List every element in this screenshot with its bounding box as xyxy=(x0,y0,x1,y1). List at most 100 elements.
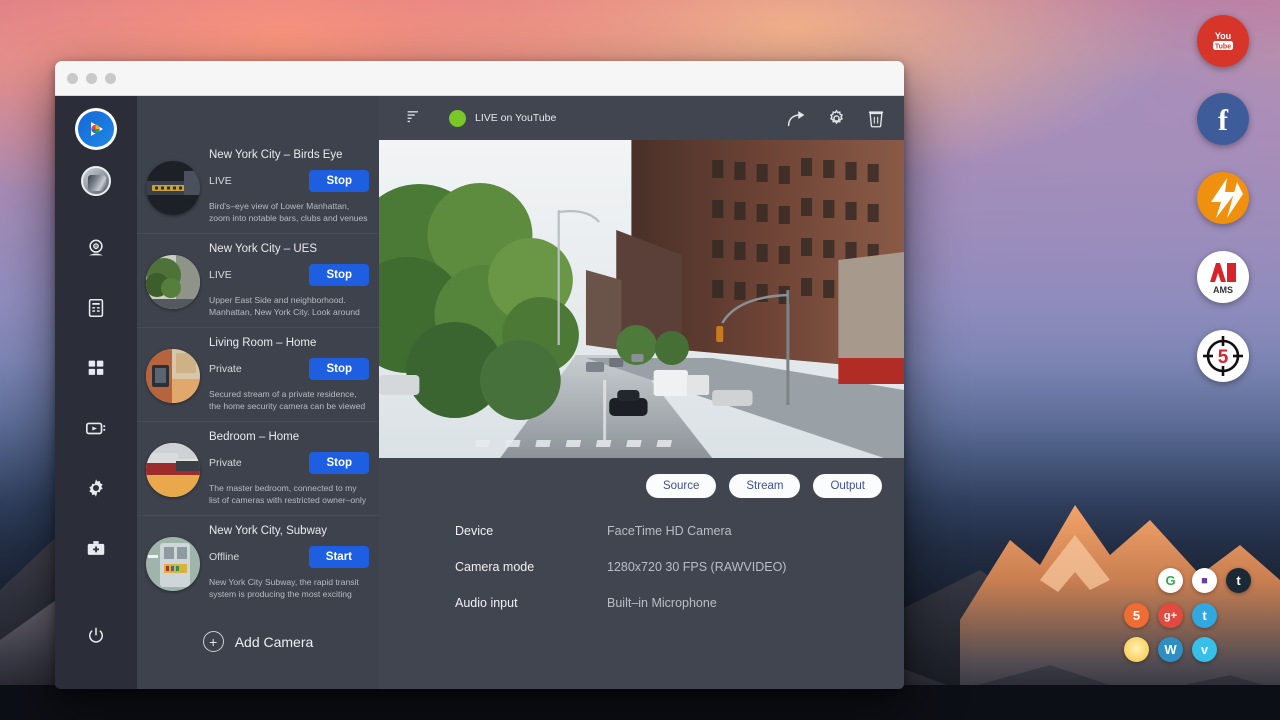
preview-frame xyxy=(379,140,904,458)
tab-stream[interactable]: Stream xyxy=(729,474,800,498)
sidebar-item-settings[interactable] xyxy=(73,465,119,511)
thumbnail-ues xyxy=(146,255,200,309)
status-badge: LIVE xyxy=(209,175,232,187)
target5-platform-icon[interactable]: 5 xyxy=(1197,330,1249,382)
vimeo-icon[interactable]: v xyxy=(1192,637,1217,662)
sidebar-item-support[interactable] xyxy=(73,525,119,571)
info-row-camera-mode: Camera mode 1280x720 30 FPS (RAWVIDEO) xyxy=(455,560,904,574)
camera-toggle-button[interactable]: Stop xyxy=(309,452,369,474)
sidebar xyxy=(55,96,137,689)
play-icon xyxy=(86,119,106,139)
grabyo-icon[interactable]: G xyxy=(1158,568,1183,593)
camera-description: New York City Subway, the rapid transit … xyxy=(209,576,369,600)
svg-text:5: 5 xyxy=(1218,347,1229,368)
live-indicator-dot xyxy=(449,110,466,127)
camera-thumbnail xyxy=(146,349,200,403)
app-window: New York City – Birds Eye LIVE Stop Bird… xyxy=(55,61,904,689)
flare-icon[interactable] xyxy=(1124,637,1149,662)
document-icon xyxy=(85,297,107,319)
info-label: Audio input xyxy=(455,596,607,610)
info-row-audio-input: Audio input Built–in Microphone xyxy=(455,596,904,610)
thumbnail-bedroom xyxy=(146,443,200,497)
table-row[interactable]: New York City – UES LIVE Stop Upper East… xyxy=(137,234,379,328)
camera-thumbnail xyxy=(146,161,200,215)
window-titlebar xyxy=(55,61,904,96)
status-badge: Offline xyxy=(209,551,239,563)
live-status: LIVE on YouTube xyxy=(449,110,556,127)
camera-thumbnail xyxy=(146,443,200,497)
app-logo[interactable] xyxy=(75,108,117,150)
info-value[interactable]: 1280x720 30 FPS (RAWVIDEO) xyxy=(607,560,786,574)
camera-list-panel: New York City – Birds Eye LIVE Stop Bird… xyxy=(137,96,379,689)
table-row[interactable]: New York City, Subway Offline Start New … xyxy=(137,516,379,609)
camera-title: New York City – Birds Eye xyxy=(209,149,369,161)
sidebar-item-dashboard[interactable] xyxy=(73,345,119,391)
avatar[interactable] xyxy=(81,166,111,196)
minimize-button[interactable] xyxy=(86,73,97,84)
facebook-glyph: f xyxy=(1210,103,1236,135)
camera-title: Bedroom – Home xyxy=(209,431,369,443)
sort-icon-glyph xyxy=(406,108,422,124)
power-icon xyxy=(86,626,106,646)
live-status-label: LIVE on YouTube xyxy=(475,112,556,124)
camera-toggle-button[interactable]: Stop xyxy=(309,358,369,380)
share-button[interactable] xyxy=(786,108,807,129)
share-icon xyxy=(786,108,807,129)
five-icon[interactable]: 5 xyxy=(1124,603,1149,628)
googleplus-icon[interactable]: g+ xyxy=(1158,603,1183,628)
toolbar: LIVE on YouTube xyxy=(379,96,904,140)
facebook-platform-icon[interactable]: f xyxy=(1197,93,1249,145)
wordpress-icon[interactable]: W xyxy=(1158,637,1183,662)
twitch-icon[interactable]: ■ xyxy=(1192,568,1217,593)
info-row-device: Device FaceTime HD Camera xyxy=(455,524,904,538)
camera-description: Secured stream of a private residence, t… xyxy=(209,388,369,412)
svg-text:Tube: Tube xyxy=(1215,43,1231,50)
target-glyph: 5 xyxy=(1199,332,1247,380)
tab-source[interactable]: Source xyxy=(646,474,716,498)
camera-toggle-button[interactable]: Start xyxy=(309,546,369,568)
tumblr-icon[interactable]: t xyxy=(1226,568,1251,593)
wowza-platform-icon[interactable] xyxy=(1197,172,1249,224)
grid-icon xyxy=(85,357,107,379)
delete-button[interactable] xyxy=(866,108,886,129)
camera-toggle-button[interactable]: Stop xyxy=(309,264,369,286)
svg-text:f: f xyxy=(1218,104,1229,135)
camera-thumbnail xyxy=(146,255,200,309)
camera-title: Living Room – Home xyxy=(209,337,369,349)
camera-thumbnail xyxy=(146,537,200,591)
gear-icon xyxy=(85,477,107,499)
info-value[interactable]: Built–in Microphone xyxy=(607,596,717,610)
add-camera-label: Add Camera xyxy=(235,634,314,650)
zoom-button[interactable] xyxy=(105,73,116,84)
info-value[interactable]: FaceTime HD Camera xyxy=(607,524,732,538)
tab-output[interactable]: Output xyxy=(813,474,882,498)
table-row[interactable]: Bedroom – Home Private Stop The master b… xyxy=(137,422,379,516)
status-badge: Private xyxy=(209,457,242,469)
add-camera-button[interactable]: + Add Camera xyxy=(137,609,379,652)
thumbnail-subway xyxy=(146,537,200,591)
table-row[interactable]: Living Room – Home Private Stop Secured … xyxy=(137,328,379,422)
twitter-icon[interactable]: t xyxy=(1192,603,1217,628)
svg-text:You: You xyxy=(1215,31,1231,41)
close-button[interactable] xyxy=(67,73,78,84)
firstaid-icon xyxy=(85,537,107,559)
monitor-icon xyxy=(84,417,108,439)
desktop: New York City – Birds Eye LIVE Stop Bird… xyxy=(0,0,1280,720)
svg-text:AMS: AMS xyxy=(1213,285,1233,295)
adobe-ams-platform-icon[interactable]: AMS xyxy=(1197,251,1249,303)
video-preview[interactable] xyxy=(379,140,904,458)
sort-icon[interactable] xyxy=(406,108,422,129)
youtube-platform-icon[interactable]: You Tube xyxy=(1197,15,1249,67)
sidebar-item-reports[interactable] xyxy=(73,285,119,331)
sidebar-item-cameras[interactable] xyxy=(73,225,119,271)
camera-toggle-button[interactable]: Stop xyxy=(309,170,369,192)
sidebar-item-power[interactable] xyxy=(73,613,119,659)
webcam-icon xyxy=(85,237,107,259)
camera-list[interactable]: New York City – Birds Eye LIVE Stop Bird… xyxy=(137,140,379,689)
lightning-glyph xyxy=(1197,172,1249,224)
table-row[interactable]: New York City – Birds Eye LIVE Stop Bird… xyxy=(137,140,379,234)
thumbnail-livingroom xyxy=(146,349,200,403)
gear-icon xyxy=(826,108,847,129)
settings-button[interactable] xyxy=(826,108,847,129)
sidebar-item-broadcast[interactable] xyxy=(73,405,119,451)
